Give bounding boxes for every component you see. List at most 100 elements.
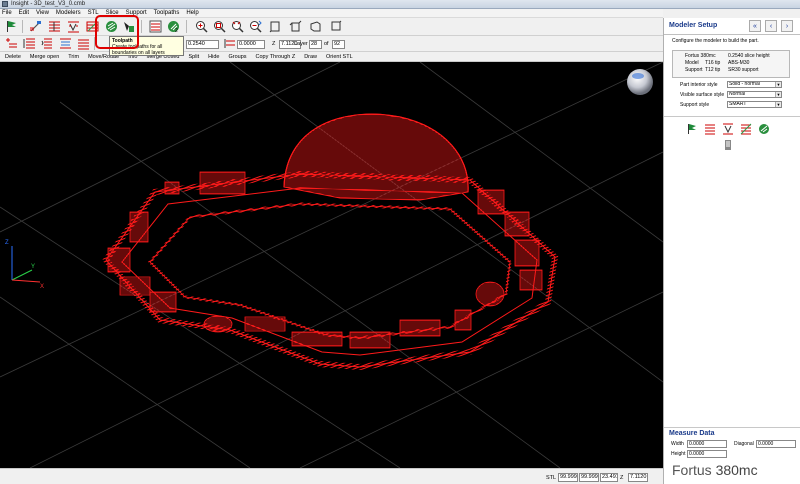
axis-z-label: Z bbox=[5, 240, 9, 246]
layer-view-icon[interactable] bbox=[148, 19, 163, 34]
toolbar-separator bbox=[22, 20, 23, 33]
menu-modelers[interactable]: Modelers bbox=[56, 10, 81, 16]
window-title: Insight - 3D_test_V3_0.cmb bbox=[11, 1, 86, 7]
info-support-material: SR30 support bbox=[728, 67, 759, 73]
slice-tool-icon[interactable] bbox=[28, 19, 43, 34]
nav-next-icon[interactable]: › bbox=[781, 20, 793, 32]
measure-width-field: 0.0000 bbox=[687, 440, 727, 448]
panel-title: Modeler Setup bbox=[669, 22, 718, 29]
menu-toolpaths[interactable]: Toolpaths bbox=[154, 10, 180, 16]
nav-prev-icon[interactable]: ‹ bbox=[765, 20, 777, 32]
boundary-list-icon[interactable] bbox=[22, 36, 37, 51]
visible-surface-select[interactable]: Normal ▼ bbox=[727, 91, 782, 98]
part-interior-label: Part interior style bbox=[680, 82, 718, 88]
info-support-tip: T12 tip bbox=[705, 67, 721, 73]
measure-height-label: Height bbox=[671, 451, 686, 457]
info-slice-height: 0.2540 slice height bbox=[728, 53, 770, 59]
support-style-label: Support style bbox=[680, 102, 710, 108]
chevron-down-icon: ▼ bbox=[775, 82, 781, 87]
status-w-field: 23.4918 bbox=[600, 473, 618, 482]
zoom-all-icon[interactable] bbox=[248, 19, 263, 34]
toolbar-separator bbox=[141, 20, 142, 33]
modeler-setup-flag-icon[interactable] bbox=[4, 19, 19, 34]
panel-divider bbox=[664, 427, 800, 428]
cmd-orient-stl[interactable]: Orient STL bbox=[326, 54, 353, 60]
z-label: Z bbox=[272, 41, 276, 47]
toolbar-separator bbox=[186, 20, 187, 33]
panel-divider bbox=[664, 116, 800, 117]
cmd-hide[interactable]: Hide bbox=[208, 54, 219, 60]
model-toolpaths bbox=[102, 113, 559, 371]
panel-header: Modeler Setup « ‹ › bbox=[664, 18, 800, 35]
panel-description: Configure the modeler to build the part. bbox=[672, 38, 759, 44]
chevron-down-icon: ▼ bbox=[775, 102, 781, 107]
brand-name: Fortus bbox=[672, 462, 712, 478]
axis-y-label: Y bbox=[31, 264, 35, 270]
cmd-split[interactable]: Split bbox=[188, 54, 199, 60]
offset-curves-icon[interactable] bbox=[58, 36, 73, 51]
send-job-icon[interactable]: 2 bbox=[166, 19, 181, 34]
axis-x-label: X bbox=[40, 284, 44, 290]
modeler-info-box: Fortus 380mc 0.2540 slice height Model T… bbox=[672, 50, 790, 78]
offset-field[interactable]: 0.0000 bbox=[237, 40, 265, 49]
modeler-setup-panel: Modeler Setup « ‹ › Configure the modele… bbox=[663, 18, 800, 484]
support-style-value: SMART bbox=[729, 101, 747, 107]
zoom-extents-icon[interactable] bbox=[230, 19, 245, 34]
cmd-merge-open[interactable]: Merge open bbox=[30, 54, 59, 60]
app-icon bbox=[2, 1, 8, 7]
info-model-tip: T16 tip bbox=[705, 60, 721, 66]
slice-height-field[interactable]: 0.2540 bbox=[186, 40, 219, 49]
panel-support-icon[interactable] bbox=[722, 123, 734, 135]
info-support-label: Support bbox=[685, 67, 703, 73]
menu-edit[interactable]: Edit bbox=[19, 10, 29, 16]
nav-first-icon[interactable]: « bbox=[749, 20, 761, 32]
layer-total-field: 92 bbox=[332, 40, 345, 49]
visible-surface-value: Normal bbox=[729, 91, 746, 97]
view-orientation-sphere[interactable] bbox=[627, 69, 653, 95]
menu-file[interactable]: File bbox=[2, 10, 12, 16]
part-interior-select[interactable]: Solid - normal ▼ bbox=[727, 81, 782, 88]
cmd-copy-through-z[interactable]: Copy Through Z bbox=[256, 54, 296, 60]
zoom-in-icon[interactable] bbox=[194, 19, 209, 34]
model-canvas[interactable]: Z Y X bbox=[0, 62, 663, 468]
status-mode: STL bbox=[546, 475, 557, 481]
view-iso-icon[interactable] bbox=[288, 19, 303, 34]
support-layers-icon[interactable] bbox=[47, 19, 62, 34]
info-modeler: Fortus 380mc bbox=[685, 53, 716, 59]
offset-icon bbox=[223, 36, 238, 51]
view-side-icon[interactable] bbox=[308, 19, 323, 34]
panel-layers-icon[interactable] bbox=[704, 123, 716, 135]
menu-view[interactable]: View bbox=[36, 10, 49, 16]
cmd-groups[interactable]: Groups bbox=[228, 54, 246, 60]
panel-build-icon[interactable] bbox=[722, 139, 734, 151]
status-z-field: 7.1120 bbox=[628, 473, 648, 482]
brand-logo: Fortus 380mc bbox=[672, 462, 758, 478]
modeler-flag-icon[interactable] bbox=[686, 123, 698, 135]
view-top-icon[interactable] bbox=[328, 19, 343, 34]
command-bar: Delete Merge open Trim Move/Rotate Info … bbox=[0, 52, 663, 62]
custom-group-icon[interactable] bbox=[40, 36, 55, 51]
info-model-material: ABS-M30 bbox=[728, 60, 750, 66]
view-front-icon[interactable] bbox=[268, 19, 283, 34]
chevron-down-icon: ▼ bbox=[775, 92, 781, 97]
cmd-trim[interactable]: Trim bbox=[68, 54, 79, 60]
panel-fill-icon[interactable] bbox=[740, 123, 752, 135]
view-orientation-highlight bbox=[632, 73, 644, 79]
raster-fill-icon[interactable] bbox=[76, 36, 91, 51]
add-curve-icon[interactable] bbox=[4, 36, 19, 51]
cmd-draw[interactable]: Draw bbox=[304, 54, 317, 60]
cmd-delete[interactable]: Delete bbox=[5, 54, 21, 60]
measure-width-label: Width bbox=[671, 441, 684, 447]
status-bar: STL 99.9999 99.9999 23.4918 Z 7.1120 bbox=[0, 468, 663, 484]
visible-surface-label: Visible surface style bbox=[680, 92, 725, 98]
model-viewport[interactable]: Z Y X bbox=[0, 62, 663, 468]
layer-field[interactable]: 28 bbox=[309, 40, 322, 49]
panel-toolpath-icon[interactable] bbox=[758, 123, 770, 135]
menu-help[interactable]: Help bbox=[186, 10, 198, 16]
measure-diagonal-label: Diagonal bbox=[734, 441, 754, 447]
zoom-window-icon[interactable] bbox=[212, 19, 227, 34]
support-style-select[interactable]: SMART ▼ bbox=[727, 101, 782, 108]
part-interior-value: Solid - normal bbox=[729, 81, 760, 87]
support-styles-icon[interactable] bbox=[66, 19, 81, 34]
measure-diagonal-field: 0.0000 bbox=[756, 440, 796, 448]
